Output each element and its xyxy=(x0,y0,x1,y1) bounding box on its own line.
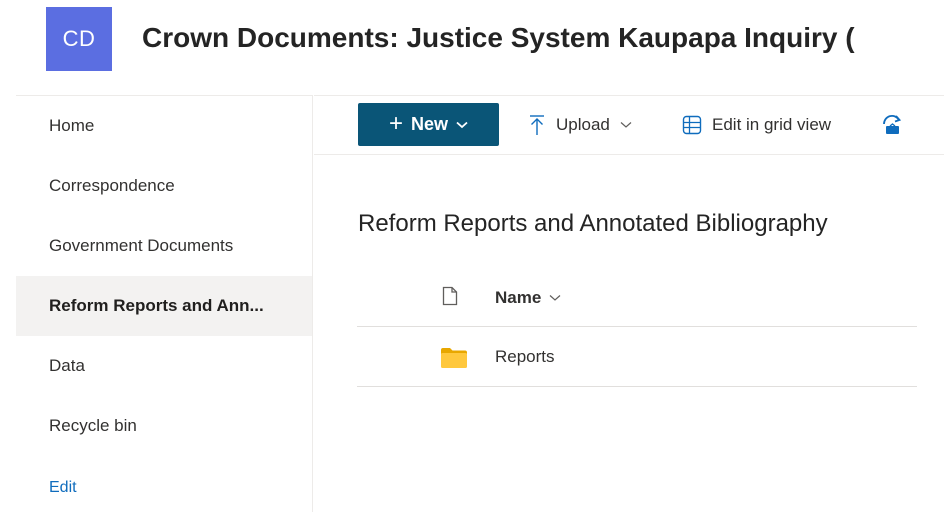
nav-item-home[interactable]: Home xyxy=(16,96,312,156)
nav-item-data[interactable]: Data xyxy=(16,336,312,396)
left-navigation: Home Correspondence Government Documents… xyxy=(16,95,313,512)
upload-label: Upload xyxy=(556,115,610,134)
nav-item-label: Home xyxy=(49,116,95,135)
nav-item-label: Recycle bin xyxy=(49,416,137,435)
nav-item-label: Correspondence xyxy=(49,176,175,195)
file-icon[interactable] xyxy=(442,286,458,311)
nav-item-reform-reports[interactable]: Reform Reports and Ann... xyxy=(16,276,312,336)
nav-item-recycle-bin[interactable]: Recycle bin xyxy=(16,396,312,456)
site-logo[interactable]: CD xyxy=(46,7,112,71)
folder-icon xyxy=(441,348,467,373)
chevron-down-icon xyxy=(456,121,468,129)
chevron-down-icon xyxy=(549,294,561,302)
nav-edit-label: Edit xyxy=(49,479,77,496)
new-button[interactable]: + New xyxy=(358,103,499,146)
sharepoint-page: CD Crown Documents: Justice System Kaupa… xyxy=(0,0,944,512)
nav-edit-link[interactable]: Edit xyxy=(16,458,312,512)
list-item-name[interactable]: Reports xyxy=(495,347,555,367)
column-header-name-label: Name xyxy=(495,288,542,307)
command-bar: + New Upload Edit in grid view xyxy=(314,95,944,155)
grid-icon xyxy=(682,115,702,135)
chevron-down-icon xyxy=(620,121,632,129)
nav-item-government-documents[interactable]: Government Documents xyxy=(16,216,312,276)
nav-item-correspondence[interactable]: Correspondence xyxy=(16,156,312,216)
nav-item-label: Government Documents xyxy=(49,236,234,255)
list-item[interactable]: Reports xyxy=(357,328,917,387)
site-title[interactable]: Crown Documents: Justice System Kaupapa … xyxy=(142,22,855,54)
edit-in-grid-view-label: Edit in grid view xyxy=(712,115,832,134)
upload-button[interactable]: Upload xyxy=(528,106,632,144)
list-header: Name xyxy=(357,271,917,327)
new-button-label: New xyxy=(411,114,449,134)
nav-item-label: Data xyxy=(49,356,85,375)
sync-icon xyxy=(880,113,904,137)
column-header-name[interactable]: Name xyxy=(495,288,561,308)
sync-button[interactable] xyxy=(880,106,904,144)
site-logo-initials: CD xyxy=(62,26,96,51)
edit-in-grid-view-button[interactable]: Edit in grid view xyxy=(682,106,831,144)
nav-item-label: Reform Reports and Ann... xyxy=(49,296,264,315)
library-title: Reform Reports and Annotated Bibliograph… xyxy=(358,210,828,237)
upload-arrow-icon xyxy=(528,114,546,136)
plus-icon: + xyxy=(388,109,403,137)
